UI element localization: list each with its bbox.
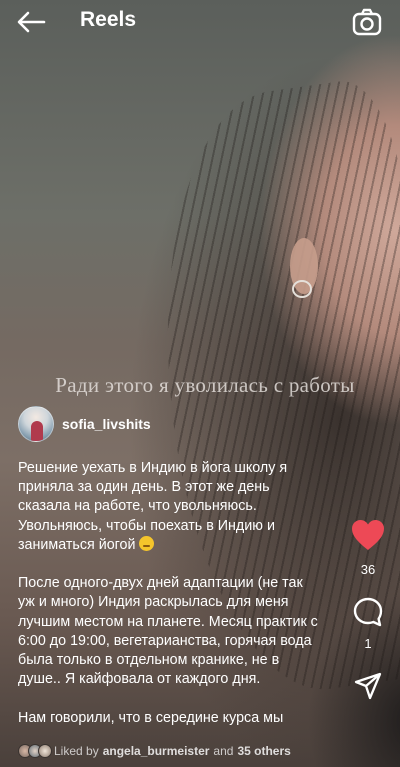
page-title: Reels [80,8,137,31]
camera-icon[interactable] [352,8,382,36]
description-paragraph: После одного-двух дней адаптации (не так… [18,575,318,688]
author-avatar[interactable] [18,406,54,442]
reel-description[interactable]: Решение уехать в Индию в йога школу я пр… [18,459,318,729]
video-earring [292,280,312,298]
likes-others[interactable]: 35 others [237,744,290,758]
liker-avatar [38,744,52,758]
liker-avatars [18,744,52,758]
likes-summary[interactable]: Liked by angela_burmeister and 35 others [18,741,295,761]
reel-video[interactable]: Reels Ради этого я уволилась с работы so… [0,0,400,767]
heart-icon[interactable] [350,518,386,552]
likes-user[interactable]: angela_burmeister [103,744,210,758]
comment-count: 1 [364,636,372,651]
video-caption-overlay: Ради этого я уволилась с работы [55,373,355,397]
comment-icon[interactable] [352,596,384,628]
likes-joiner: and [213,744,234,758]
arrow-left-icon[interactable] [16,10,46,34]
description-paragraph: Нам говорили, что в середине курса мы ус… [18,709,284,729]
author-row[interactable]: sofia_livshits [18,404,151,444]
send-icon[interactable] [354,672,382,700]
description-paragraph: Решение уехать в Индию в йога школу я пр… [18,459,318,555]
top-bar: Reels [0,0,400,44]
likes-prefix: Liked by [54,744,99,758]
like-count: 36 [360,562,376,577]
shushing-face-emoji-icon [138,535,154,551]
author-username[interactable]: sofia_livshits [62,416,151,432]
